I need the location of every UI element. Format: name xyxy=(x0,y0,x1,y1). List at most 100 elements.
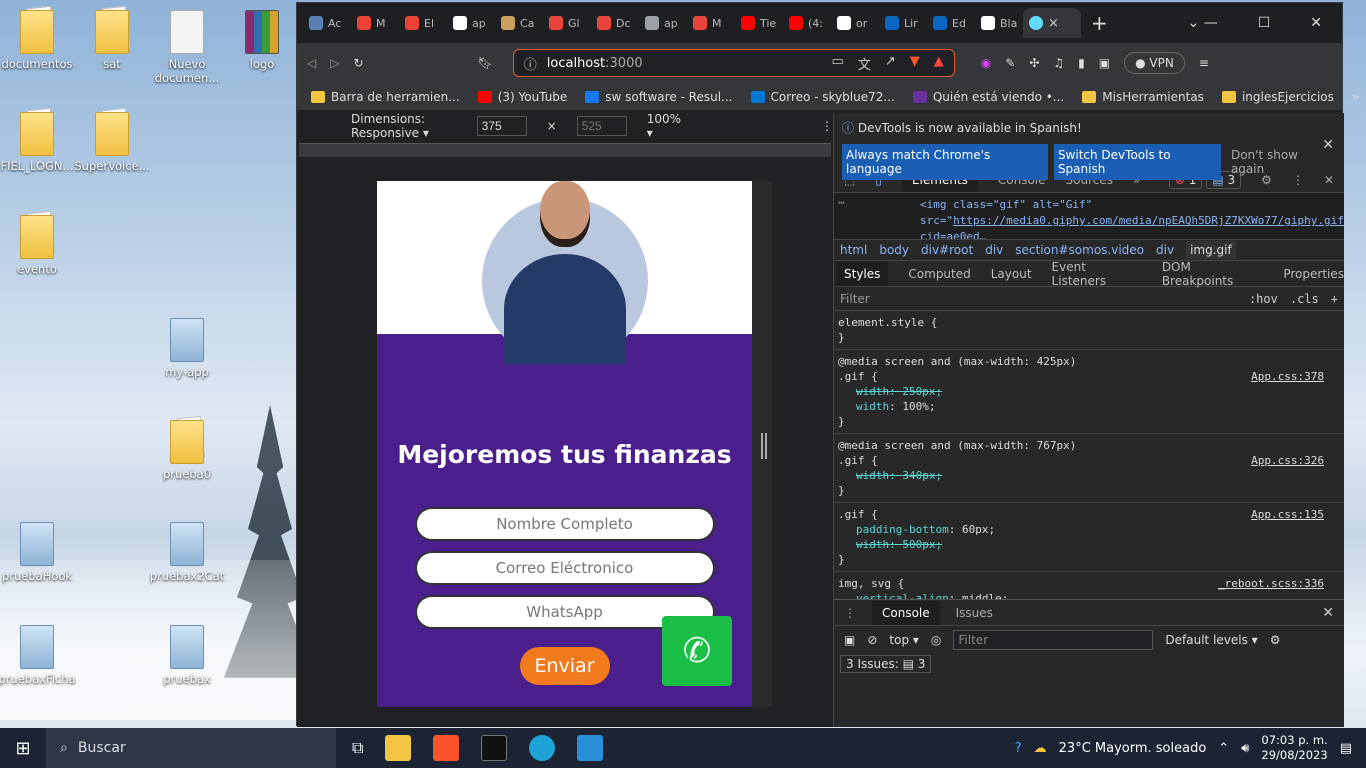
extensions-icon[interactable]: ✣ xyxy=(1029,56,1039,70)
styles-subtab[interactable]: Computed xyxy=(908,267,970,281)
taskbar-search[interactable]: ⌕ Buscar xyxy=(46,728,336,768)
browser-tab[interactable]: Lir xyxy=(879,8,927,38)
media-icon[interactable]: ♫ xyxy=(1053,56,1064,70)
clock[interactable]: 07:03 p. m. 29/08/2023 xyxy=(1261,733,1327,763)
reload-icon[interactable]: ↻ xyxy=(353,56,363,70)
media-query-ruler[interactable] xyxy=(299,143,831,157)
translate-icon[interactable]: 文 xyxy=(858,54,871,73)
bookmark-item[interactable]: sw software - Resul... xyxy=(585,90,733,104)
whatsapp-icon[interactable]: ✆ xyxy=(662,616,732,686)
desktop-icon[interactable]: pruebax2Cat xyxy=(141,522,233,583)
desktop-icon[interactable]: pruebaxFicha xyxy=(0,625,83,686)
vscode-icon[interactable] xyxy=(577,735,604,761)
vpn-button[interactable]: ● VPN xyxy=(1124,52,1185,74)
bookmark-item[interactable]: (3) YouTube xyxy=(477,90,567,104)
cast-icon[interactable]: ▭ xyxy=(832,54,844,73)
source-link[interactable]: App.css:378 xyxy=(1251,369,1324,384)
browser-tab[interactable]: El xyxy=(399,8,447,38)
weather-text[interactable]: 23°C Mayorm. soleado xyxy=(1059,741,1207,756)
css-property[interactable]: vertical-align: middle; xyxy=(838,591,1340,599)
picker-icon[interactable]: ✎ xyxy=(1005,56,1015,70)
desktop-icon[interactable]: SuperVoice... xyxy=(66,112,158,173)
dimensions-dropdown[interactable]: Dimensions: Responsive ▾ xyxy=(351,112,457,140)
browser-tab[interactable]: M xyxy=(351,8,399,38)
height-input[interactable] xyxy=(576,116,627,136)
bookmark-item[interactable]: Quién está viendo •... xyxy=(912,90,1064,104)
browser-tab[interactable]: ap xyxy=(639,8,687,38)
breadcrumb-item[interactable]: body xyxy=(879,243,909,257)
email-input[interactable]: Correo Eléctronico xyxy=(414,551,715,585)
zoom-dropdown[interactable]: 100% ▾ xyxy=(647,112,681,140)
match-language-button[interactable]: Always match Chrome's language xyxy=(842,144,1048,180)
hover-toggle[interactable]: :hov xyxy=(1249,292,1278,306)
styles-subtab[interactable]: DOM Breakpoints xyxy=(1162,260,1264,288)
desktop-icon[interactable]: evento xyxy=(0,215,83,276)
console-settings-icon[interactable]: ⚙ xyxy=(1270,633,1281,647)
browser-tab[interactable]: Ac xyxy=(303,8,351,38)
styles-filter-input[interactable]: Filter xyxy=(840,292,870,306)
clear-console-icon[interactable]: ⊘ xyxy=(867,633,877,647)
address-bar[interactable]: ⓘ localhost:3000 ▭ 文 ↗ ▼ ▲ xyxy=(512,49,955,77)
desktop-icon[interactable]: prueba0 xyxy=(141,420,233,481)
gif-src-link[interactable]: https://media0.giphy.com/media/npEAQh5DR… xyxy=(920,214,1344,239)
share-icon[interactable]: ↗ xyxy=(885,54,896,73)
css-property[interactable]: width: 340px; xyxy=(838,468,1340,483)
notifications-icon[interactable]: ▤ xyxy=(1340,741,1352,756)
css-rule[interactable]: App.css:135 .gif {padding-bottom: 60px; wi… xyxy=(834,503,1344,572)
breadcrumb-item[interactable]: div xyxy=(985,243,1003,257)
file-explorer-icon[interactable] xyxy=(385,735,412,761)
source-link[interactable]: App.css:135 xyxy=(1251,507,1324,522)
close-tab-icon[interactable]: × xyxy=(1048,16,1059,31)
css-property[interactable]: padding-bottom: 60px; xyxy=(838,522,1340,537)
dont-show-button[interactable]: Don't show again xyxy=(1227,144,1336,180)
wallet-icon[interactable]: ▣ xyxy=(1099,56,1110,70)
brave-shield-icon[interactable]: ▼ xyxy=(910,54,920,73)
sidebar-icon[interactable]: ▮ xyxy=(1078,56,1085,70)
styles-subtab[interactable]: Properties xyxy=(1283,267,1344,281)
browser-tab[interactable]: or xyxy=(831,8,879,38)
css-property[interactable]: width: 500px; xyxy=(838,537,1340,552)
browser-tab[interactable]: Bla xyxy=(975,8,1023,38)
desktop-icon[interactable]: pruebaHook xyxy=(0,522,83,583)
maximize-button[interactable]: ☐ xyxy=(1258,15,1271,31)
levels-dropdown[interactable]: Default levels ▾ xyxy=(1165,633,1257,647)
task-view-icon[interactable]: ⧉ xyxy=(352,738,363,758)
send-button[interactable]: Enviar xyxy=(519,647,610,685)
desktop-icon[interactable]: pruebax xyxy=(141,625,233,686)
console-filter-input[interactable]: Filter xyxy=(953,629,1154,650)
drawer-tab-issues[interactable]: Issues xyxy=(956,606,993,620)
sidebar-toggle-icon[interactable]: ▣ xyxy=(844,633,855,647)
css-property[interactable]: width: 250px; xyxy=(838,384,1340,399)
browser-tab[interactable]: M xyxy=(687,8,735,38)
device-more-icon[interactable]: ⋮ xyxy=(821,119,833,133)
styles-subtab[interactable]: Event Listeners xyxy=(1052,260,1142,288)
styles-subtab[interactable]: Layout xyxy=(991,267,1032,281)
drawer-tab-console[interactable]: Console xyxy=(872,600,940,625)
breadcrumb-item[interactable]: div#root xyxy=(921,243,973,257)
eye-icon[interactable]: ◎ xyxy=(931,633,941,647)
cls-toggle[interactable]: .cls xyxy=(1290,292,1319,306)
breadcrumb-item[interactable]: div xyxy=(1156,243,1174,257)
more-bookmarks-icon[interactable]: » xyxy=(1352,90,1359,104)
help-icon[interactable]: ? xyxy=(1015,741,1022,756)
back-icon[interactable]: ◁ xyxy=(307,56,316,70)
terminal-icon[interactable] xyxy=(481,735,508,761)
close-drawer-icon[interactable]: ✕ xyxy=(1322,605,1334,621)
bookmark-item[interactable]: MisHerramientas xyxy=(1082,90,1204,104)
extension-color-icon[interactable]: ◉ xyxy=(981,56,991,70)
css-rule[interactable]: @media screen and (max-width: 425px) App.… xyxy=(834,350,1344,434)
site-info-icon[interactable]: ⓘ xyxy=(524,54,537,73)
resize-handle[interactable] xyxy=(761,433,767,459)
tray-chevron-icon[interactable]: ⌃ xyxy=(1218,741,1229,756)
volume-icon[interactable]: 🔊︎ xyxy=(1241,741,1249,756)
desktop-icon[interactable]: my-app xyxy=(141,318,233,379)
browser-tab[interactable]: Tie xyxy=(735,8,783,38)
breadcrumb-item[interactable]: img.gif xyxy=(1186,241,1236,259)
breadcrumb-item[interactable]: section#somos.video xyxy=(1015,243,1144,257)
minimize-button[interactable]: ⌄ — xyxy=(1188,15,1218,31)
context-dropdown[interactable]: top ▾ xyxy=(889,633,919,647)
css-rule[interactable]: element.style {} xyxy=(834,311,1344,350)
windows-start-icon[interactable]: ⊞ xyxy=(0,738,46,759)
css-rule[interactable]: @media screen and (max-width: 767px) App.… xyxy=(834,434,1344,503)
desktop-icon[interactable]: logo xyxy=(216,10,308,71)
